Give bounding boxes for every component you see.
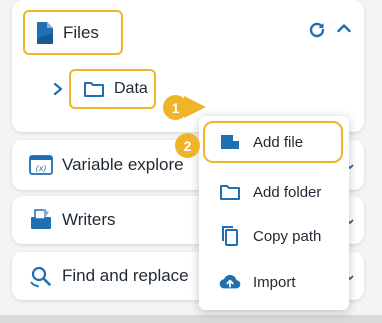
writers-icon [31,209,51,229]
step-badge-1: 1 [163,95,188,120]
menu-item-label: Copy path [253,227,322,245]
tree-folder-label: Data [114,80,148,97]
find-replace-label: Find and replace [62,266,189,285]
menu-item-import[interactable]: Import [199,262,349,302]
files-panel-title: Files [63,22,99,42]
menu-item-label: Add folder [253,183,322,201]
find-replace-icon [30,266,51,288]
menu-item-label: Import [253,273,296,291]
folder-icon [84,82,104,97]
svg-text:(x): (x) [36,164,47,173]
variable-explorer-label: Variable explore [62,155,184,174]
menu-item-add-folder[interactable]: Add folder [199,172,349,212]
menu-item-copy-path[interactable]: Copy path [199,216,349,256]
context-menu: Add file Add folder Copy path Import [199,116,349,310]
bottom-divider [0,315,382,323]
file-icon [37,21,53,44]
add-file-icon [219,131,241,153]
cloud-upload-icon [219,271,241,293]
tree-folder-data[interactable]: Data [69,69,156,109]
step-badge-2: 2 [175,133,200,158]
files-panel-header[interactable]: Files [23,10,123,55]
variable-explorer-icon: (x) [29,155,53,175]
writers-label: Writers [62,210,116,229]
refresh-icon[interactable] [308,21,326,39]
menu-item-label: Add file [253,133,304,151]
add-folder-icon [219,181,241,203]
chevron-right-icon[interactable] [52,82,64,96]
chevron-up-icon[interactable] [337,23,351,33]
menu-item-add-file[interactable]: Add file [203,121,343,163]
copy-icon [219,225,241,247]
